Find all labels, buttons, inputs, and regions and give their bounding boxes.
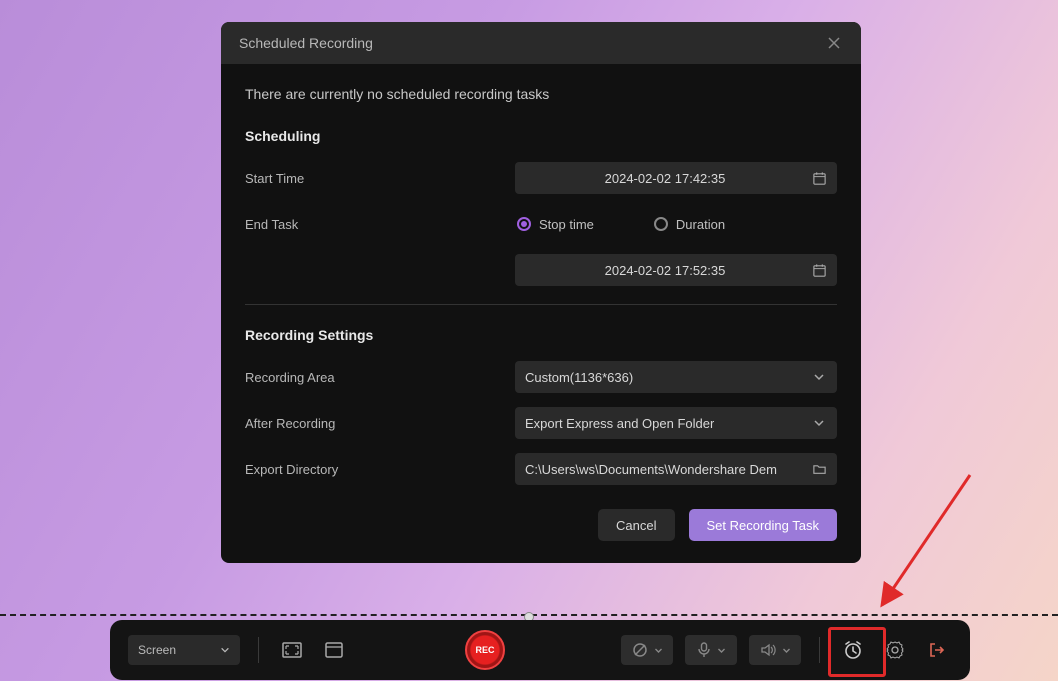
- empty-tasks-message: There are currently no scheduled recordi…: [245, 86, 837, 102]
- window-icon: [325, 642, 343, 658]
- start-time-row: Start Time 2024-02-02 17:42:35: [245, 162, 837, 194]
- microphone-icon: [697, 642, 711, 658]
- set-recording-task-button[interactable]: Set Recording Task: [689, 509, 838, 541]
- scheduled-recording-dialog: Scheduled Recording There are currently …: [221, 22, 861, 563]
- chevron-down-icon: [782, 646, 791, 655]
- radio-unselected-icon: [654, 217, 668, 231]
- after-recording-row: After Recording Export Express and Open …: [245, 407, 837, 439]
- stop-time-radio-label: Stop time: [539, 217, 594, 232]
- toolbar-separator: [819, 637, 820, 663]
- end-time-input[interactable]: 2024-02-02 17:52:35: [515, 254, 837, 286]
- rec-label: REC: [475, 645, 494, 655]
- chevron-down-icon: [811, 369, 827, 385]
- fullscreen-area-button[interactable]: [277, 635, 307, 665]
- dialog-header: Scheduled Recording: [221, 22, 861, 64]
- start-time-value: 2024-02-02 17:42:35: [605, 171, 726, 186]
- dialog-body: There are currently no scheduled recordi…: [221, 64, 861, 563]
- microphone-select[interactable]: [685, 635, 737, 665]
- screen-label: Screen: [138, 643, 176, 657]
- chevron-down-icon: [811, 415, 827, 431]
- exit-icon: [928, 641, 946, 659]
- duration-radio[interactable]: Duration: [654, 217, 725, 232]
- export-directory-input[interactable]: C:\Users\ws\Documents\Wondershare Dem: [515, 453, 837, 485]
- webcam-select[interactable]: [621, 635, 673, 665]
- start-time-label: Start Time: [245, 171, 515, 186]
- webcam-off-icon: [632, 642, 648, 658]
- recording-toolbar: Screen REC: [110, 620, 970, 680]
- close-icon: [828, 37, 840, 49]
- recording-area-row: Recording Area Custom(1136*636): [245, 361, 837, 393]
- start-time-input[interactable]: 2024-02-02 17:42:35: [515, 162, 837, 194]
- export-directory-label: Export Directory: [245, 462, 515, 477]
- folder-icon[interactable]: [811, 461, 827, 477]
- after-recording-label: After Recording: [245, 416, 515, 431]
- end-task-radio-group: Stop time Duration: [515, 208, 837, 240]
- calendar-icon[interactable]: [811, 262, 827, 278]
- section-divider: [245, 304, 837, 305]
- annotation-arrow: [860, 465, 990, 645]
- export-directory-value: C:\Users\ws\Documents\Wondershare Dem: [525, 462, 777, 477]
- after-recording-value: Export Express and Open Folder: [525, 416, 714, 431]
- chevron-down-icon: [717, 646, 726, 655]
- chevron-down-icon: [654, 646, 663, 655]
- exit-button[interactable]: [922, 635, 952, 665]
- cancel-button[interactable]: Cancel: [598, 509, 674, 541]
- scheduling-section-title: Scheduling: [245, 128, 837, 144]
- speaker-icon: [760, 643, 776, 657]
- screen-select[interactable]: Screen: [128, 635, 240, 665]
- end-task-label: End Task: [245, 217, 515, 232]
- system-audio-select[interactable]: [749, 635, 801, 665]
- recording-settings-section-title: Recording Settings: [245, 327, 837, 343]
- alarm-clock-icon: [843, 640, 863, 660]
- stop-time-radio[interactable]: Stop time: [517, 217, 594, 232]
- toolbar-separator: [258, 637, 259, 663]
- chevron-down-icon: [220, 645, 230, 655]
- duration-radio-label: Duration: [676, 217, 725, 232]
- recording-area-select[interactable]: Custom(1136*636): [515, 361, 837, 393]
- end-time-row: 2024-02-02 17:52:35: [245, 254, 837, 286]
- end-time-value: 2024-02-02 17:52:35: [605, 263, 726, 278]
- scheduled-recording-button[interactable]: [838, 635, 868, 665]
- gear-icon: [886, 641, 904, 659]
- dialog-actions: Cancel Set Recording Task: [245, 509, 837, 541]
- fullscreen-icon: [282, 642, 302, 658]
- recording-area-label: Recording Area: [245, 370, 515, 385]
- record-button[interactable]: REC: [465, 630, 505, 670]
- after-recording-select[interactable]: Export Express and Open Folder: [515, 407, 837, 439]
- close-button[interactable]: [825, 34, 843, 52]
- calendar-icon[interactable]: [811, 170, 827, 186]
- dialog-title: Scheduled Recording: [239, 35, 373, 51]
- radio-selected-icon: [517, 217, 531, 231]
- window-area-button[interactable]: [319, 635, 349, 665]
- end-task-row: End Task Stop time Duration: [245, 208, 837, 240]
- export-directory-row: Export Directory C:\Users\ws\Documents\W…: [245, 453, 837, 485]
- settings-button[interactable]: [880, 635, 910, 665]
- recording-area-value: Custom(1136*636): [525, 370, 633, 385]
